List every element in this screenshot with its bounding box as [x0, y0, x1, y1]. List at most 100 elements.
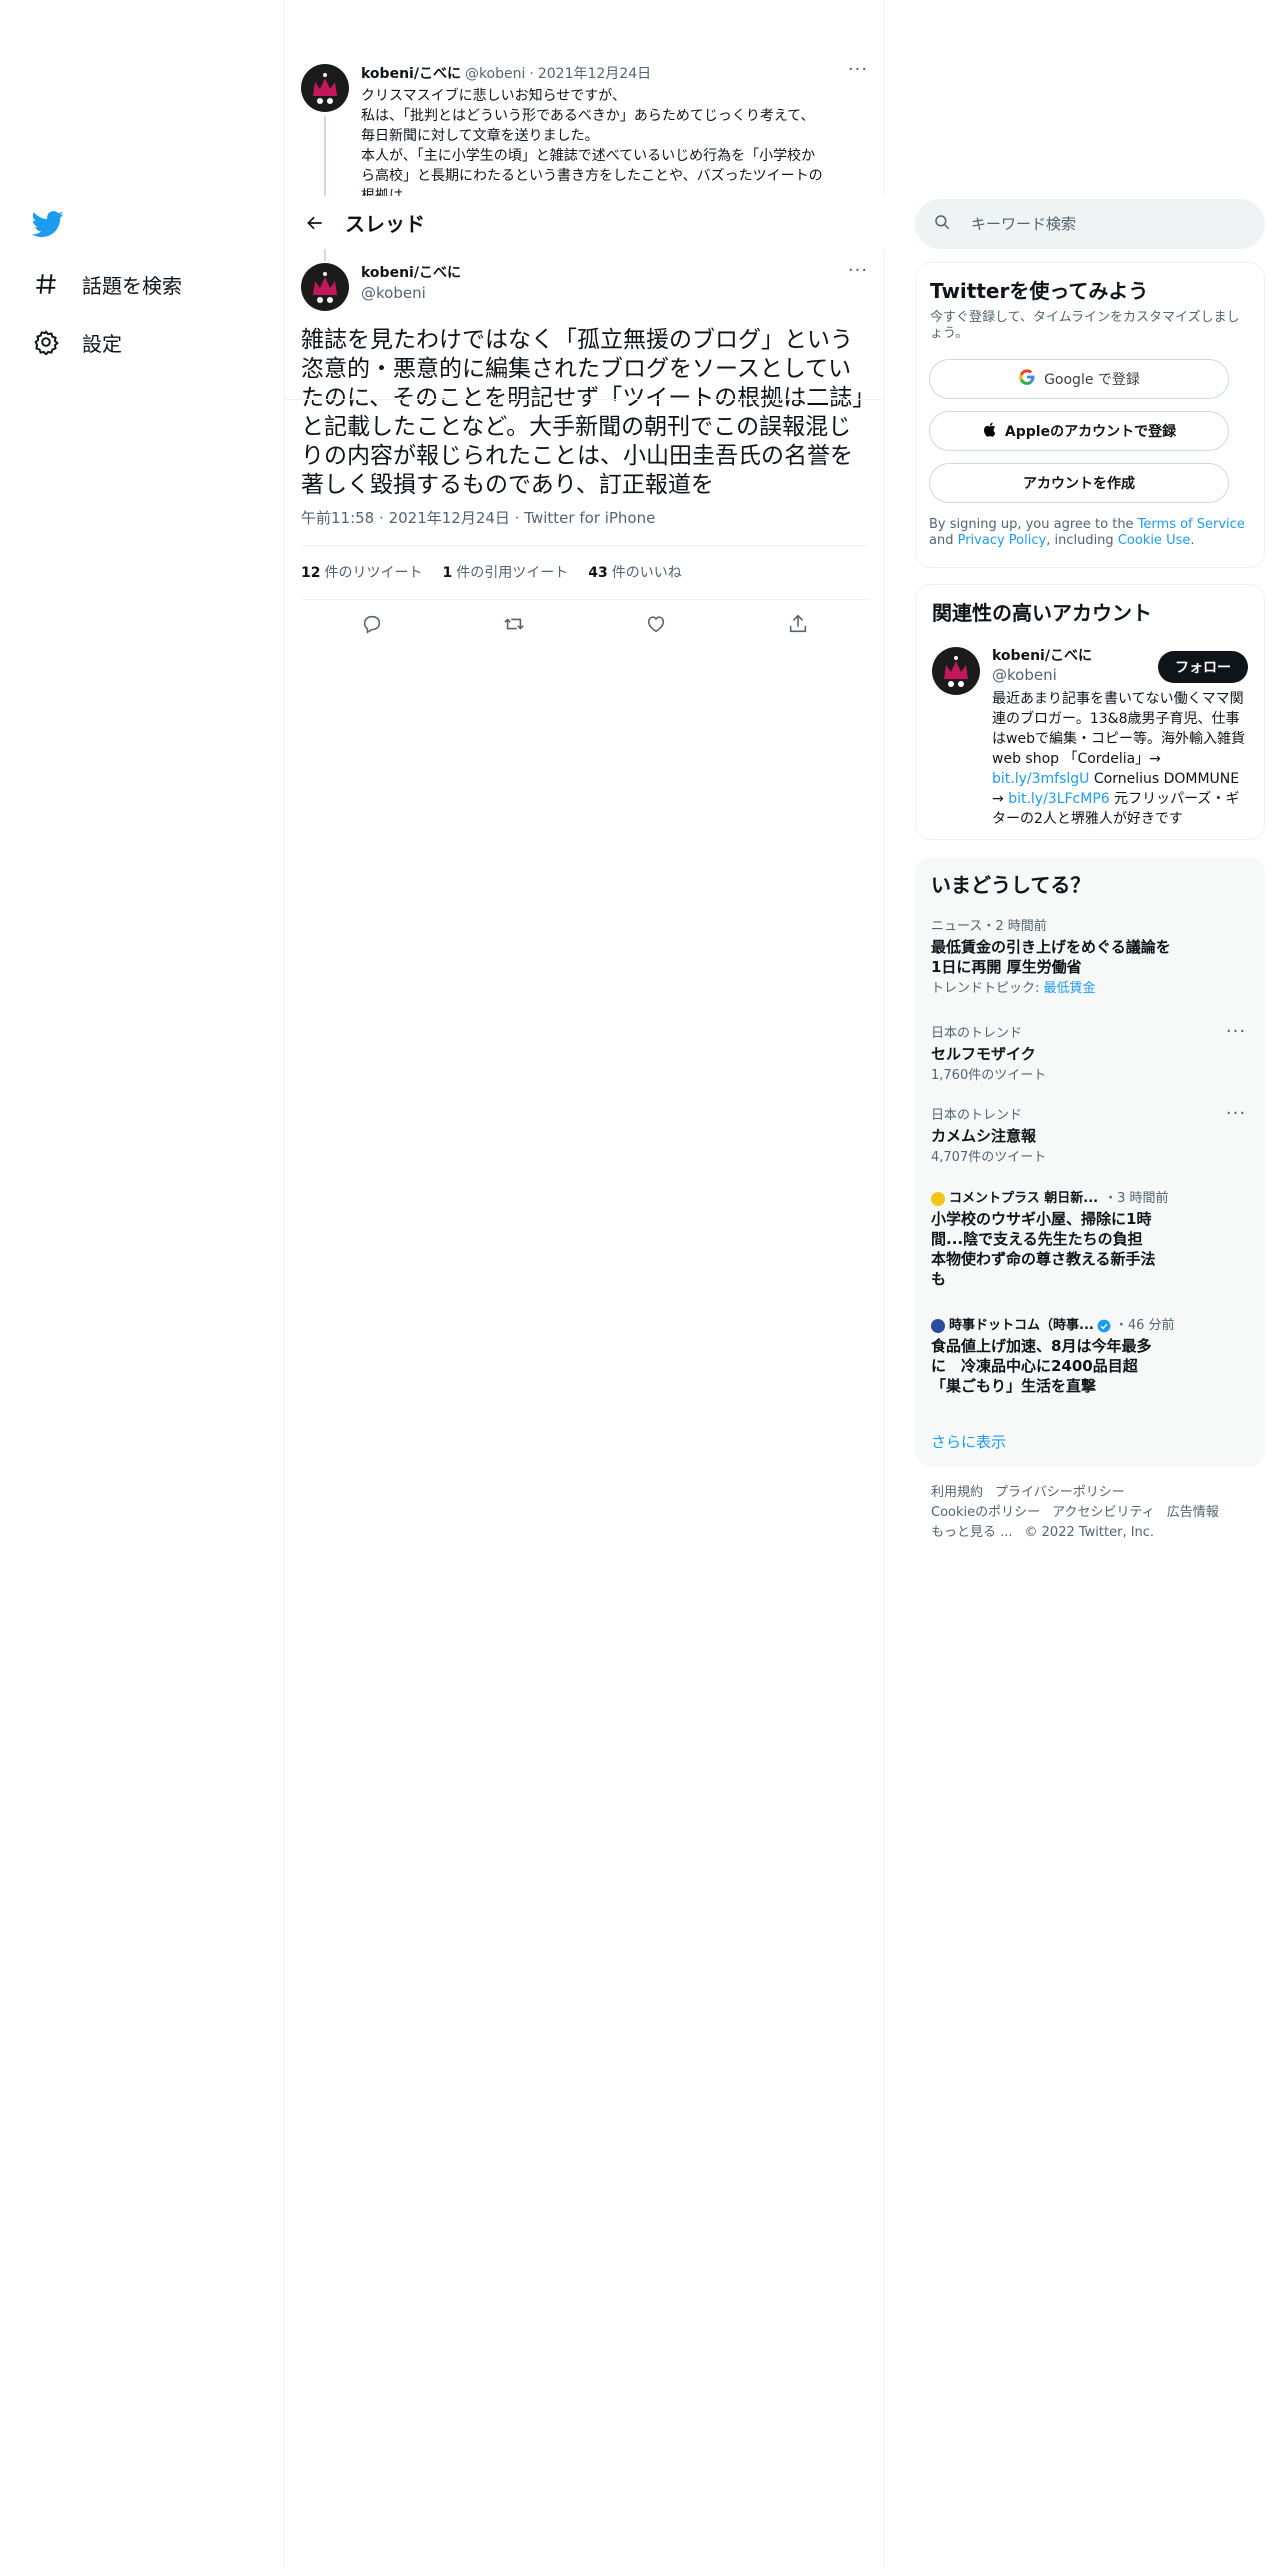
like-icon[interactable]	[638, 606, 674, 642]
tweet-actions	[301, 600, 869, 648]
trend-title: カメムシ注意報	[931, 1127, 1037, 1145]
quote-count[interactable]: 1 件の引用ツイート	[442, 562, 568, 582]
more-options-icon[interactable]: ···	[1225, 1105, 1247, 1128]
privacy-link[interactable]: Privacy Policy	[958, 533, 1047, 548]
footer-privacy-link[interactable]: プライバシーポリシー	[995, 1485, 1125, 1500]
news-source: 時事ドットコム（時事...	[949, 1318, 1094, 1333]
news-item[interactable]: コメントプラス 朝日新... ・3 時間前 小学校のウサギ小屋、掃除に1時間..…	[931, 1191, 1247, 1289]
twitter-logo-icon[interactable]	[31, 208, 64, 240]
search-bar[interactable]	[915, 199, 1265, 249]
signup-title: Twitterを使ってみよう	[930, 279, 1149, 303]
avatar[interactable]	[301, 64, 349, 116]
tweet-source[interactable]: Twitter for iPhone	[524, 509, 655, 527]
more-options-icon[interactable]: ···	[847, 61, 869, 84]
trend-item[interactable]: 日本のトレンド セルフモザイク 1,760件のツイート ···	[931, 1023, 1247, 1084]
footer-cookie-link[interactable]: Cookieのポリシー	[931, 1505, 1040, 1520]
news-source-icon	[931, 1319, 945, 1333]
footer-terms-link[interactable]: 利用規約	[931, 1485, 983, 1500]
tweet-text: クリスマスイブに悲しいお知らせですが、 私は、「批判とはどういう形であるべきか」…	[361, 86, 869, 196]
trend-meta: ニュース・2 時間前	[931, 919, 1047, 934]
tweet-date[interactable]: 2021年12月24日	[389, 509, 510, 527]
author-handle[interactable]: @kobeni	[361, 283, 461, 303]
trend-topic-link[interactable]: 最低賃金	[1044, 981, 1096, 996]
tweet-metadata: 午前11:58 · 2021年12月24日 · Twitter for iPho…	[301, 508, 655, 528]
retweet-count-number: 12	[301, 565, 321, 581]
bio-link[interactable]: bit.ly/3mfslgU	[992, 771, 1089, 787]
news-meta: 時事ドットコム（時事... ・46 分前	[931, 1318, 1247, 1334]
trend-count: 4,707件のツイート	[931, 1150, 1047, 1165]
tweet-date[interactable]: 2021年12月24日	[538, 64, 651, 84]
create-account-button[interactable]: アカウントを作成	[929, 463, 1229, 503]
more-options-icon[interactable]: ···	[1225, 1023, 1247, 1046]
tweet-text-line: クリスマスイブに悲しいお知らせですが、	[361, 88, 627, 104]
retweet-count[interactable]: 12 件のリツイート	[301, 562, 422, 582]
tweet-author[interactable]: kobeni/こべに @kobeni	[301, 263, 461, 315]
divider	[285, 399, 885, 400]
tweet-text-line: 本人が、「主に小学生の頃」と雑誌で述べているいじめ行為を「小学校か	[361, 148, 816, 164]
google-icon	[1018, 368, 1036, 390]
signup-card: Twitterを使ってみよう 今すぐ登録して、タイムラインをカスタマイズしましょ…	[915, 262, 1265, 568]
hashtag-icon	[32, 270, 60, 298]
thread-line	[324, 249, 326, 261]
trend-meta: 日本のトレンド	[931, 1108, 1023, 1123]
news-source: コメントプラス 朝日新...	[949, 1191, 1099, 1206]
news-item[interactable]: 時事ドットコム（時事... ・46 分前 食品値上げ加速、8月は今年最多に 冷凍…	[931, 1318, 1247, 1396]
retweet-count-label: 件のリツイート	[324, 565, 423, 581]
news-meta: コメントプラス 朝日新... ・3 時間前	[931, 1191, 1247, 1207]
avatar[interactable]	[301, 263, 349, 315]
footer-more-link[interactable]: もっと見る ...	[931, 1525, 1013, 1540]
author-handle[interactable]: @kobeni	[465, 64, 525, 84]
trend-title: セルフモザイク	[931, 1045, 1036, 1063]
tweet-text-line: 私は、「批判とはどういう形であるべきか」あらためてじっくり考えて、	[361, 108, 815, 124]
google-signup-label: Google で登録	[1044, 372, 1140, 388]
bio-text: 最近あまり記事を書いてない働くママ関連のブロガー。13&8歳男子育児、仕事はwe…	[992, 691, 1245, 767]
parent-tweet[interactable]: kobeni/こべに @kobeni · 2021年12月24日 ··· クリス…	[285, 56, 885, 196]
cookie-link[interactable]: Cookie Use	[1118, 533, 1191, 548]
apple-signup-button[interactable]: Appleのアカウントで登録	[929, 411, 1229, 451]
like-count[interactable]: 43 件のいいね	[588, 562, 681, 582]
footer-ads-link[interactable]: 広告情報	[1167, 1505, 1219, 1520]
terms-link[interactable]: Terms of Service	[1138, 517, 1245, 532]
tweet-stats: 12 件のリツイート 1 件の引用ツイート 43 件のいいね	[301, 546, 702, 598]
tweet-text-line: 毎日新聞に対して文章を送りました。	[361, 128, 599, 144]
signup-subtitle: 今すぐ登録して、タイムラインをカスタマイズしましょう。	[930, 310, 1240, 341]
tweet-header: kobeni/こべに @kobeni · 2021年12月24日	[361, 64, 869, 84]
more-options-icon[interactable]: ···	[847, 262, 869, 285]
tweet-text-line: ら高校」と長期にわたるという書き方をしたことや、バズったツイートの	[361, 168, 823, 184]
left-navigation: 話題を検索 設定	[0, 0, 285, 2568]
like-count-label: 件のいいね	[611, 565, 682, 581]
trend-title: 最低賃金の引き上げをめぐる議論を1日に再開 厚生労働省	[931, 938, 1171, 976]
follow-button[interactable]: フォロー	[1158, 651, 1248, 683]
like-count-number: 43	[588, 565, 608, 581]
legal-text: and	[929, 533, 958, 548]
reply-icon[interactable]	[354, 606, 390, 642]
bio-link[interactable]: bit.ly/3LFcMP6	[1008, 791, 1110, 807]
author-name[interactable]: kobeni/こべに	[361, 263, 461, 283]
related-accounts-card: 関連性の高いアカウント kobeni/こべに @kobeni 最近あまり記事を書…	[915, 584, 1265, 840]
nav-explore[interactable]: 話題を検索	[32, 264, 182, 304]
google-signup-button[interactable]: Google で登録	[929, 359, 1229, 399]
back-arrow-icon[interactable]	[287, 196, 343, 249]
separator: ·	[529, 66, 534, 82]
show-more-link[interactable]: さらに表示	[931, 1431, 1006, 1452]
legal-text: .	[1190, 533, 1195, 548]
avatar[interactable]	[932, 647, 980, 699]
author-name[interactable]: kobeni/こべに	[361, 64, 461, 84]
news-title: 食品値上げ加速、8月は今年最多に 冷凍品中心に2400品目超 「巣ごもり」生活を…	[931, 1337, 1153, 1395]
nav-settings[interactable]: 設定	[32, 322, 122, 362]
trend-item[interactable]: ニュース・2 時間前 最低賃金の引き上げをめぐる議論を1日に再開 厚生労働省 ト…	[931, 919, 1247, 997]
trend-topic: トレンドトピック: 最低賃金	[931, 981, 1247, 997]
share-icon[interactable]	[780, 606, 816, 642]
legal-text: By signing up, you agree to the	[929, 517, 1138, 532]
news-source-icon	[931, 1192, 945, 1206]
verified-icon	[1097, 1319, 1111, 1333]
separator: ·	[514, 509, 520, 527]
search-input[interactable]	[971, 215, 1241, 233]
tweet-time[interactable]: 午前11:58	[301, 509, 374, 527]
nav-settings-label: 設定	[82, 331, 122, 356]
tweet-text-line: 根拠は	[361, 188, 403, 196]
search-icon	[933, 213, 951, 235]
trend-item[interactable]: 日本のトレンド カメムシ注意報 4,707件のツイート ···	[931, 1105, 1247, 1166]
footer-accessibility-link[interactable]: アクセシビリティ	[1052, 1505, 1155, 1520]
retweet-icon[interactable]	[496, 606, 532, 642]
